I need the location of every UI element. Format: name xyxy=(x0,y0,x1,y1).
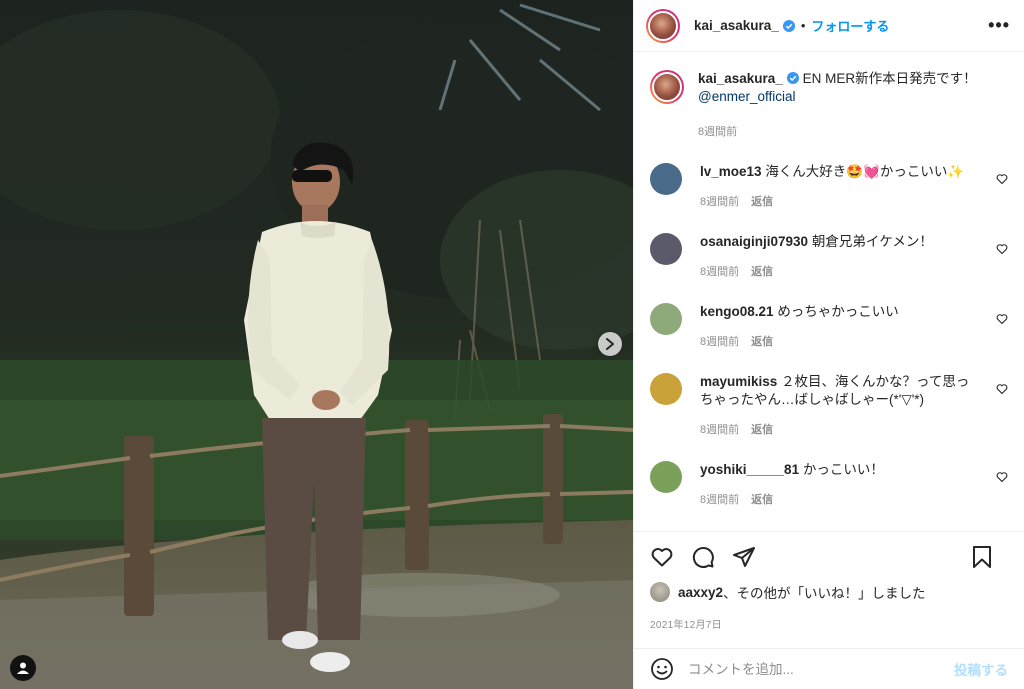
reply-button[interactable]: 返信 xyxy=(751,494,773,506)
reply-button[interactable]: 返信 xyxy=(751,336,773,348)
author-username[interactable]: kai_asakura_ xyxy=(694,18,779,33)
action-bar xyxy=(634,531,1024,581)
comment-username[interactable]: kengo08.21 xyxy=(700,304,774,319)
header-separator: • xyxy=(800,18,806,33)
comment-text: かっこいい！ xyxy=(802,462,884,477)
author-avatar[interactable] xyxy=(646,8,680,43)
comment-text: めっちゃかっこいい xyxy=(777,304,899,319)
share-button[interactable] xyxy=(732,545,756,569)
comment-item: kengo08.21 めっちゃかっこいい 8週間前 返信 xyxy=(650,303,1008,349)
comment-username[interactable]: yoshiki_____81 xyxy=(700,462,799,477)
more-options-icon[interactable]: ••• xyxy=(988,15,1010,36)
comment-username[interactable]: lv_moe13 xyxy=(700,164,762,179)
post-header: kai_asakura_ • フォローする ••• xyxy=(634,0,1024,52)
likes-text[interactable]: 、その他が「いいね！」しました xyxy=(723,582,926,602)
comment-username[interactable]: mayumikiss xyxy=(700,374,777,389)
save-button[interactable] xyxy=(971,545,993,569)
comment-item: osanaiginji07930 朝倉兄弟イケメン！ 8週間前 返信 xyxy=(650,233,1008,279)
heart-icon xyxy=(651,547,673,566)
post-comment-button[interactable]: 投稿する xyxy=(954,659,1008,679)
user-icon xyxy=(17,662,29,674)
add-comment-bar: 投稿する xyxy=(634,648,1024,689)
post-detail-panel: kai_asakura_ • フォローする ••• kai_asakura_ E… xyxy=(633,0,1024,689)
reply-button[interactable]: 返信 xyxy=(751,424,773,436)
paper-plane-icon xyxy=(733,546,755,567)
reply-button[interactable]: 返信 xyxy=(751,266,773,278)
comment-item: lv_moe13 海くん大好き🤩💓かっこいい✨ 8週間前 返信 xyxy=(650,163,1008,209)
like-comment-heart-icon[interactable] xyxy=(996,173,1008,185)
caption-time[interactable]: 8週間前 xyxy=(698,126,737,138)
comment-time[interactable]: 8週間前 xyxy=(700,424,739,436)
commenter-avatar[interactable] xyxy=(650,373,682,405)
verified-badge-icon xyxy=(782,19,795,32)
comment-time[interactable]: 8週間前 xyxy=(700,494,739,506)
commenter-avatar[interactable] xyxy=(650,163,682,195)
post-photo[interactable] xyxy=(0,0,633,689)
comment-time[interactable]: 8週間前 xyxy=(700,266,739,278)
like-button[interactable] xyxy=(650,545,674,569)
caption: kai_asakura_ EN MER新作本日発売です！ @enmer_offi… xyxy=(650,70,1008,139)
caption-text: kai_asakura_ EN MER新作本日発売です！ @enmer_offi… xyxy=(698,70,982,106)
caption-username[interactable]: kai_asakura_ xyxy=(698,71,783,86)
next-image-button[interactable] xyxy=(598,332,622,356)
like-comment-heart-icon[interactable] xyxy=(996,383,1008,395)
like-comment-heart-icon[interactable] xyxy=(996,243,1008,255)
tagged-users-button[interactable] xyxy=(10,655,36,681)
commenter-avatar[interactable] xyxy=(650,461,682,493)
comment-username[interactable]: osanaiginji07930 xyxy=(700,234,808,249)
chevron-right-icon xyxy=(606,338,614,350)
comment-time[interactable]: 8週間前 xyxy=(700,196,739,208)
caption-avatar[interactable] xyxy=(650,70,684,104)
photo-image xyxy=(0,0,633,689)
comment-item: mayumikiss ２枚目、海くんかな？って思っちゃったやん…ばしゃばしゃー(… xyxy=(650,373,1008,437)
comment-item: yoshiki_____81 かっこいい！ 8週間前 返信 xyxy=(650,461,1008,507)
like-comment-heart-icon[interactable] xyxy=(996,313,1008,325)
comment-button[interactable] xyxy=(691,545,715,569)
comment-text: 海くん大好き🤩💓かっこいい✨ xyxy=(765,164,965,179)
comments-list[interactable]: kai_asakura_ EN MER新作本日発売です！ @enmer_offi… xyxy=(634,53,1024,531)
comment-time[interactable]: 8週間前 xyxy=(700,336,739,348)
likes-summary: aaxxy2 、その他が「いいね！」しました xyxy=(650,582,1008,602)
post-date[interactable]: 2021年12月7日 xyxy=(650,616,722,631)
emoji-button[interactable] xyxy=(650,657,674,681)
caption-mention[interactable]: @enmer_official xyxy=(698,89,796,104)
comment-input[interactable] xyxy=(688,661,946,677)
smiley-icon xyxy=(651,658,673,680)
liker-username[interactable]: aaxxy2 xyxy=(678,585,723,600)
follow-button[interactable]: フォローする xyxy=(811,16,889,35)
like-comment-heart-icon[interactable] xyxy=(996,471,1008,483)
caption-body: EN MER新作本日発売です！ xyxy=(802,71,977,86)
comment-bubble-icon xyxy=(692,546,714,568)
verified-badge-icon xyxy=(786,72,799,84)
liker-avatar[interactable] xyxy=(650,582,670,602)
commenter-avatar[interactable] xyxy=(650,233,682,265)
reply-button[interactable]: 返信 xyxy=(751,196,773,208)
bookmark-icon xyxy=(973,545,991,568)
comment-text: 朝倉兄弟イケメン！ xyxy=(811,234,933,249)
commenter-avatar[interactable] xyxy=(650,303,682,335)
